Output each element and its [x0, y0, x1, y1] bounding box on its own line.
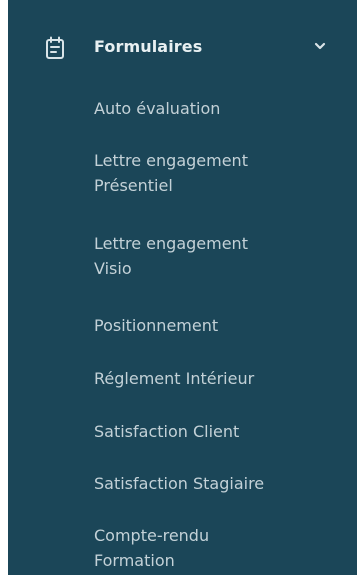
- chevron-down-icon[interactable]: [312, 38, 328, 54]
- menu-item-label: Auto évaluation: [94, 99, 221, 118]
- menu-item-satisfaction-stagiaire[interactable]: Satisfaction Stagiaire: [94, 471, 344, 496]
- menu-item-label: Lettre engagement: [94, 234, 248, 253]
- menu-title: Formulaires: [94, 37, 203, 56]
- sidebar: Formulaires Auto évaluation Lettre engag…: [8, 0, 357, 575]
- menu-item-label: Réglement Intérieur: [94, 369, 255, 388]
- menu-item-label: Satisfaction Client: [94, 422, 240, 441]
- menu-item-label: Compte-rendu: [94, 526, 210, 545]
- menu-item-lettre-engagement-presentiel[interactable]: Lettre engagement Présentiel: [94, 148, 344, 198]
- menu-item-label: Formation: [94, 551, 175, 570]
- menu-item-label: Lettre engagement: [94, 151, 248, 170]
- menu-item-satisfaction-client[interactable]: Satisfaction Client: [94, 419, 344, 444]
- menu-item-reglement-interieur[interactable]: Réglement Intérieur: [94, 366, 344, 391]
- menu-item-label: Visio: [94, 259, 132, 278]
- menu-item-label: Positionnement: [94, 316, 219, 335]
- menu-item-compte-rendu-formation[interactable]: Compte-rendu Formation: [94, 523, 344, 573]
- menu-item-label: Présentiel: [94, 176, 173, 195]
- menu-item-auto-evaluation[interactable]: Auto évaluation: [94, 96, 344, 121]
- form-icon: [46, 36, 64, 59]
- menu-item-lettre-engagement-visio[interactable]: Lettre engagement Visio: [94, 231, 344, 281]
- formulaires-menu-header[interactable]: Formulaires: [8, 28, 357, 68]
- menu-item-label: Satisfaction Stagiaire: [94, 474, 265, 493]
- menu-item-positionnement[interactable]: Positionnement: [94, 313, 344, 338]
